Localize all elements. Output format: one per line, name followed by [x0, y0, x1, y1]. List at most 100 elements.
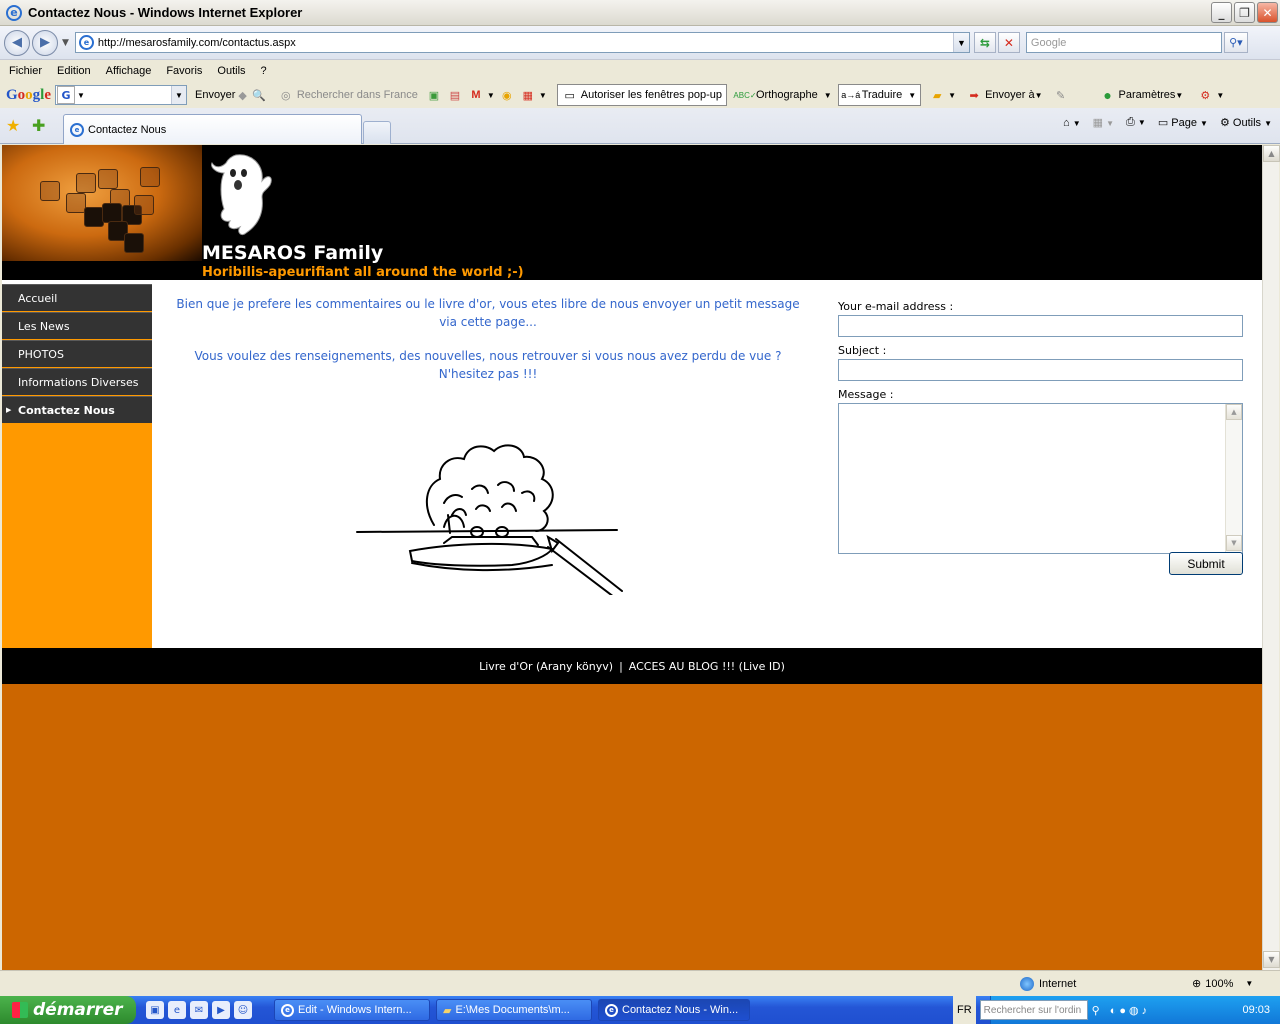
gmail-icon[interactable]: M ▼ — [468, 87, 495, 103]
search-input[interactable]: Google — [1025, 32, 1222, 53]
task-explorer[interactable]: ▰ E:\Mes Documents\m... — [436, 999, 592, 1021]
taskbar: démarrer ▣ e ✉ ▶ ☺ e Edit - Windows Inter… — [0, 996, 1280, 1024]
window-titlebar: e Contactez Nous - Windows Internet Expl… — [0, 0, 1280, 26]
page-scroll-up-icon[interactable]: ▲ — [1263, 145, 1280, 162]
task-contactez-nous[interactable]: e Contactez Nous - Win... — [598, 999, 750, 1021]
translate-icon: a→á — [841, 90, 861, 100]
history-dropdown-icon[interactable]: ▼ — [62, 38, 69, 48]
google-search-input[interactable]: G ▼ ▼ — [55, 85, 188, 105]
stop-button[interactable]: ✕ — [997, 32, 1020, 53]
contact-form: Your e-mail address : Subject : Message … — [838, 300, 1244, 554]
email-field[interactable] — [838, 315, 1243, 337]
page-scroll-down-icon[interactable]: ▼ — [1263, 951, 1280, 968]
chrome-icon[interactable]: ◉ — [499, 87, 518, 103]
bookmarks-icon[interactable]: ▤ — [447, 87, 466, 103]
back-button[interactable]: ◀ — [4, 29, 30, 56]
menu-fichier[interactable]: Fichier — [9, 65, 42, 77]
message-scrollbar[interactable]: ▲ ▼ — [1225, 404, 1242, 553]
site-title: MESAROS Family — [202, 242, 384, 264]
home-button[interactable]: ⌂ ▼ — [1063, 117, 1081, 129]
google-g-icon: G — [57, 86, 76, 104]
search-button[interactable]: ⚲▾ — [1223, 32, 1248, 53]
tab-contactez-nous[interactable]: e Contactez Nous — [63, 114, 362, 144]
forward-button[interactable]: ▶ — [32, 29, 58, 56]
tray-icons[interactable]: ◐●◍♪ — [1110, 1004, 1150, 1017]
quick-launch: ▣ e ✉ ▶ ☺ — [146, 1001, 252, 1019]
system-tray: FR Rechercher sur l'ordin ⚲ ◐●◍♪ 09:03 — [953, 996, 1280, 1024]
sidebar-item-accueil[interactable]: Accueil — [2, 284, 152, 312]
maximize-button[interactable]: ❐ — [1234, 2, 1255, 23]
send-to-button[interactable]: ➡ Envoyer à ▼ — [966, 87, 1042, 103]
menu-outils[interactable]: Outils — [217, 65, 245, 77]
security-zone[interactable]: Internet — [1020, 977, 1076, 991]
address-dropdown-icon[interactable]: ▼ — [952, 33, 969, 52]
picasa-icon[interactable]: ▣ — [426, 87, 445, 103]
menu-affichage[interactable]: Affichage — [106, 65, 152, 77]
task-edit-ie[interactable]: e Edit - Windows Intern... — [274, 999, 430, 1021]
footer-separator: | — [619, 659, 623, 673]
window-title: Contactez Nous - Windows Internet Explor… — [28, 5, 303, 20]
refresh-button[interactable]: ⇆ — [973, 32, 996, 53]
spellcheck-button[interactable]: ABC✓ Orthographe ▼ — [733, 87, 831, 103]
pen-icon[interactable]: ✎ — [1053, 87, 1072, 103]
tools-extra-icon: ⚙ — [1200, 89, 1211, 102]
quicklaunch-media-icon[interactable]: ▶ — [212, 1001, 230, 1019]
minimize-button[interactable]: _ — [1211, 2, 1232, 23]
start-button[interactable]: démarrer — [0, 996, 136, 1024]
tools-extra-button[interactable]: ⚙ ▼ — [1197, 87, 1224, 103]
favorites-star-icon[interactable]: ★ — [6, 116, 20, 135]
submit-button[interactable]: Submit — [1169, 552, 1243, 575]
clock: 09:03 — [1242, 1004, 1270, 1016]
language-indicator[interactable]: FR — [953, 996, 976, 1024]
scroll-up-icon[interactable]: ▲ — [1226, 404, 1242, 420]
google-search-icon-button[interactable]: 🔍 — [251, 87, 270, 103]
translate-button[interactable]: a→á Traduire ▼ — [837, 84, 922, 106]
menu-favoris[interactable]: Favoris — [166, 65, 202, 77]
add-favorite-icon[interactable]: ✚ — [32, 116, 45, 135]
header-art — [2, 145, 202, 261]
quicklaunch-messenger-icon[interactable]: ☺ — [234, 1001, 252, 1019]
email-label: Your e-mail address : — [838, 300, 954, 313]
sidebar-item-informations-diverses[interactable]: Informations Diverses — [2, 368, 152, 396]
task-ie-icon: e — [281, 1003, 294, 1017]
footer-link-livre-dor[interactable]: Livre d'Or (Arany könyv) — [479, 660, 613, 673]
add-button[interactable]: ▰ ▼ — [929, 87, 956, 103]
feeds-button[interactable]: ▦ ▼ — [1093, 116, 1114, 129]
sidebar-item-contactez-nous[interactable]: ▶ Contactez Nous — [2, 396, 152, 424]
new-tab-button[interactable] — [363, 121, 391, 144]
address-url: http://mesarosfamily.com/contactus.aspx — [97, 36, 296, 49]
google-search-dropdown-icon[interactable]: ▼ — [171, 86, 187, 104]
gadgets-icon[interactable]: ▦ ▼ — [520, 87, 547, 103]
menu-edition[interactable]: Edition — [57, 65, 91, 77]
close-button[interactable]: ✕ — [1257, 2, 1278, 23]
magnifier-icon: 🔍 — [251, 89, 266, 102]
scroll-down-icon[interactable]: ▼ — [1226, 535, 1242, 551]
globe-icon — [1020, 977, 1034, 991]
content-area: Accueil Les News PHOTOS Informations Div… — [2, 280, 1262, 648]
command-bar: ⌂ ▼ ▦ ▼ ⎙ ▼ ▭ Page ▼ ⚙ Outils ▼ — [1063, 116, 1272, 129]
status-bar: Internet ⊕ 100% ▼ — [0, 970, 1280, 996]
quicklaunch-mail-icon[interactable]: ✉ — [190, 1001, 208, 1019]
desktop-search-input[interactable]: Rechercher sur l'ordin — [979, 1000, 1088, 1020]
menu-help[interactable]: ? — [261, 65, 267, 77]
settings-button[interactable]: ● Paramètres ▼ — [1100, 87, 1183, 103]
message-textarea[interactable]: ▲ ▼ — [838, 403, 1243, 554]
quicklaunch-desktop-icon[interactable]: ▣ — [146, 1001, 164, 1019]
google-send-button[interactable]: Envoyer ◆ — [195, 89, 247, 102]
desktop-search-icon[interactable]: ⚲ — [1092, 1004, 1100, 1017]
google-search-france-button[interactable]: ◎ Rechercher dans France — [278, 87, 418, 103]
page-viewport: MESAROS Family Horibilis-apeurifiant all… — [2, 145, 1262, 970]
subject-field[interactable] — [838, 359, 1243, 381]
page-menu-button[interactable]: ▭ Page ▼ — [1158, 116, 1208, 129]
address-input[interactable]: e http://mesarosfamily.com/contactus.asp… — [74, 32, 970, 53]
zoom-control[interactable]: ⊕ 100% ▼ — [1192, 977, 1253, 991]
allow-popups-button[interactable]: ▭ Autoriser les fenêtres pop-up — [556, 84, 727, 106]
quicklaunch-ie-icon[interactable]: e — [168, 1001, 186, 1019]
writer-drawing-icon — [356, 444, 623, 595]
sidebar-item-photos[interactable]: PHOTOS — [2, 340, 152, 368]
tools-menu-button[interactable]: ⚙ Outils ▼ — [1220, 116, 1272, 129]
sidebar-item-les-news[interactable]: Les News — [2, 312, 152, 340]
print-button[interactable]: ⎙ ▼ — [1126, 116, 1146, 129]
footer-link-blog[interactable]: ACCES AU BLOG !!! (Live ID) — [629, 660, 785, 673]
page-scrollbar[interactable]: ▲ ▼ — [1262, 145, 1280, 970]
